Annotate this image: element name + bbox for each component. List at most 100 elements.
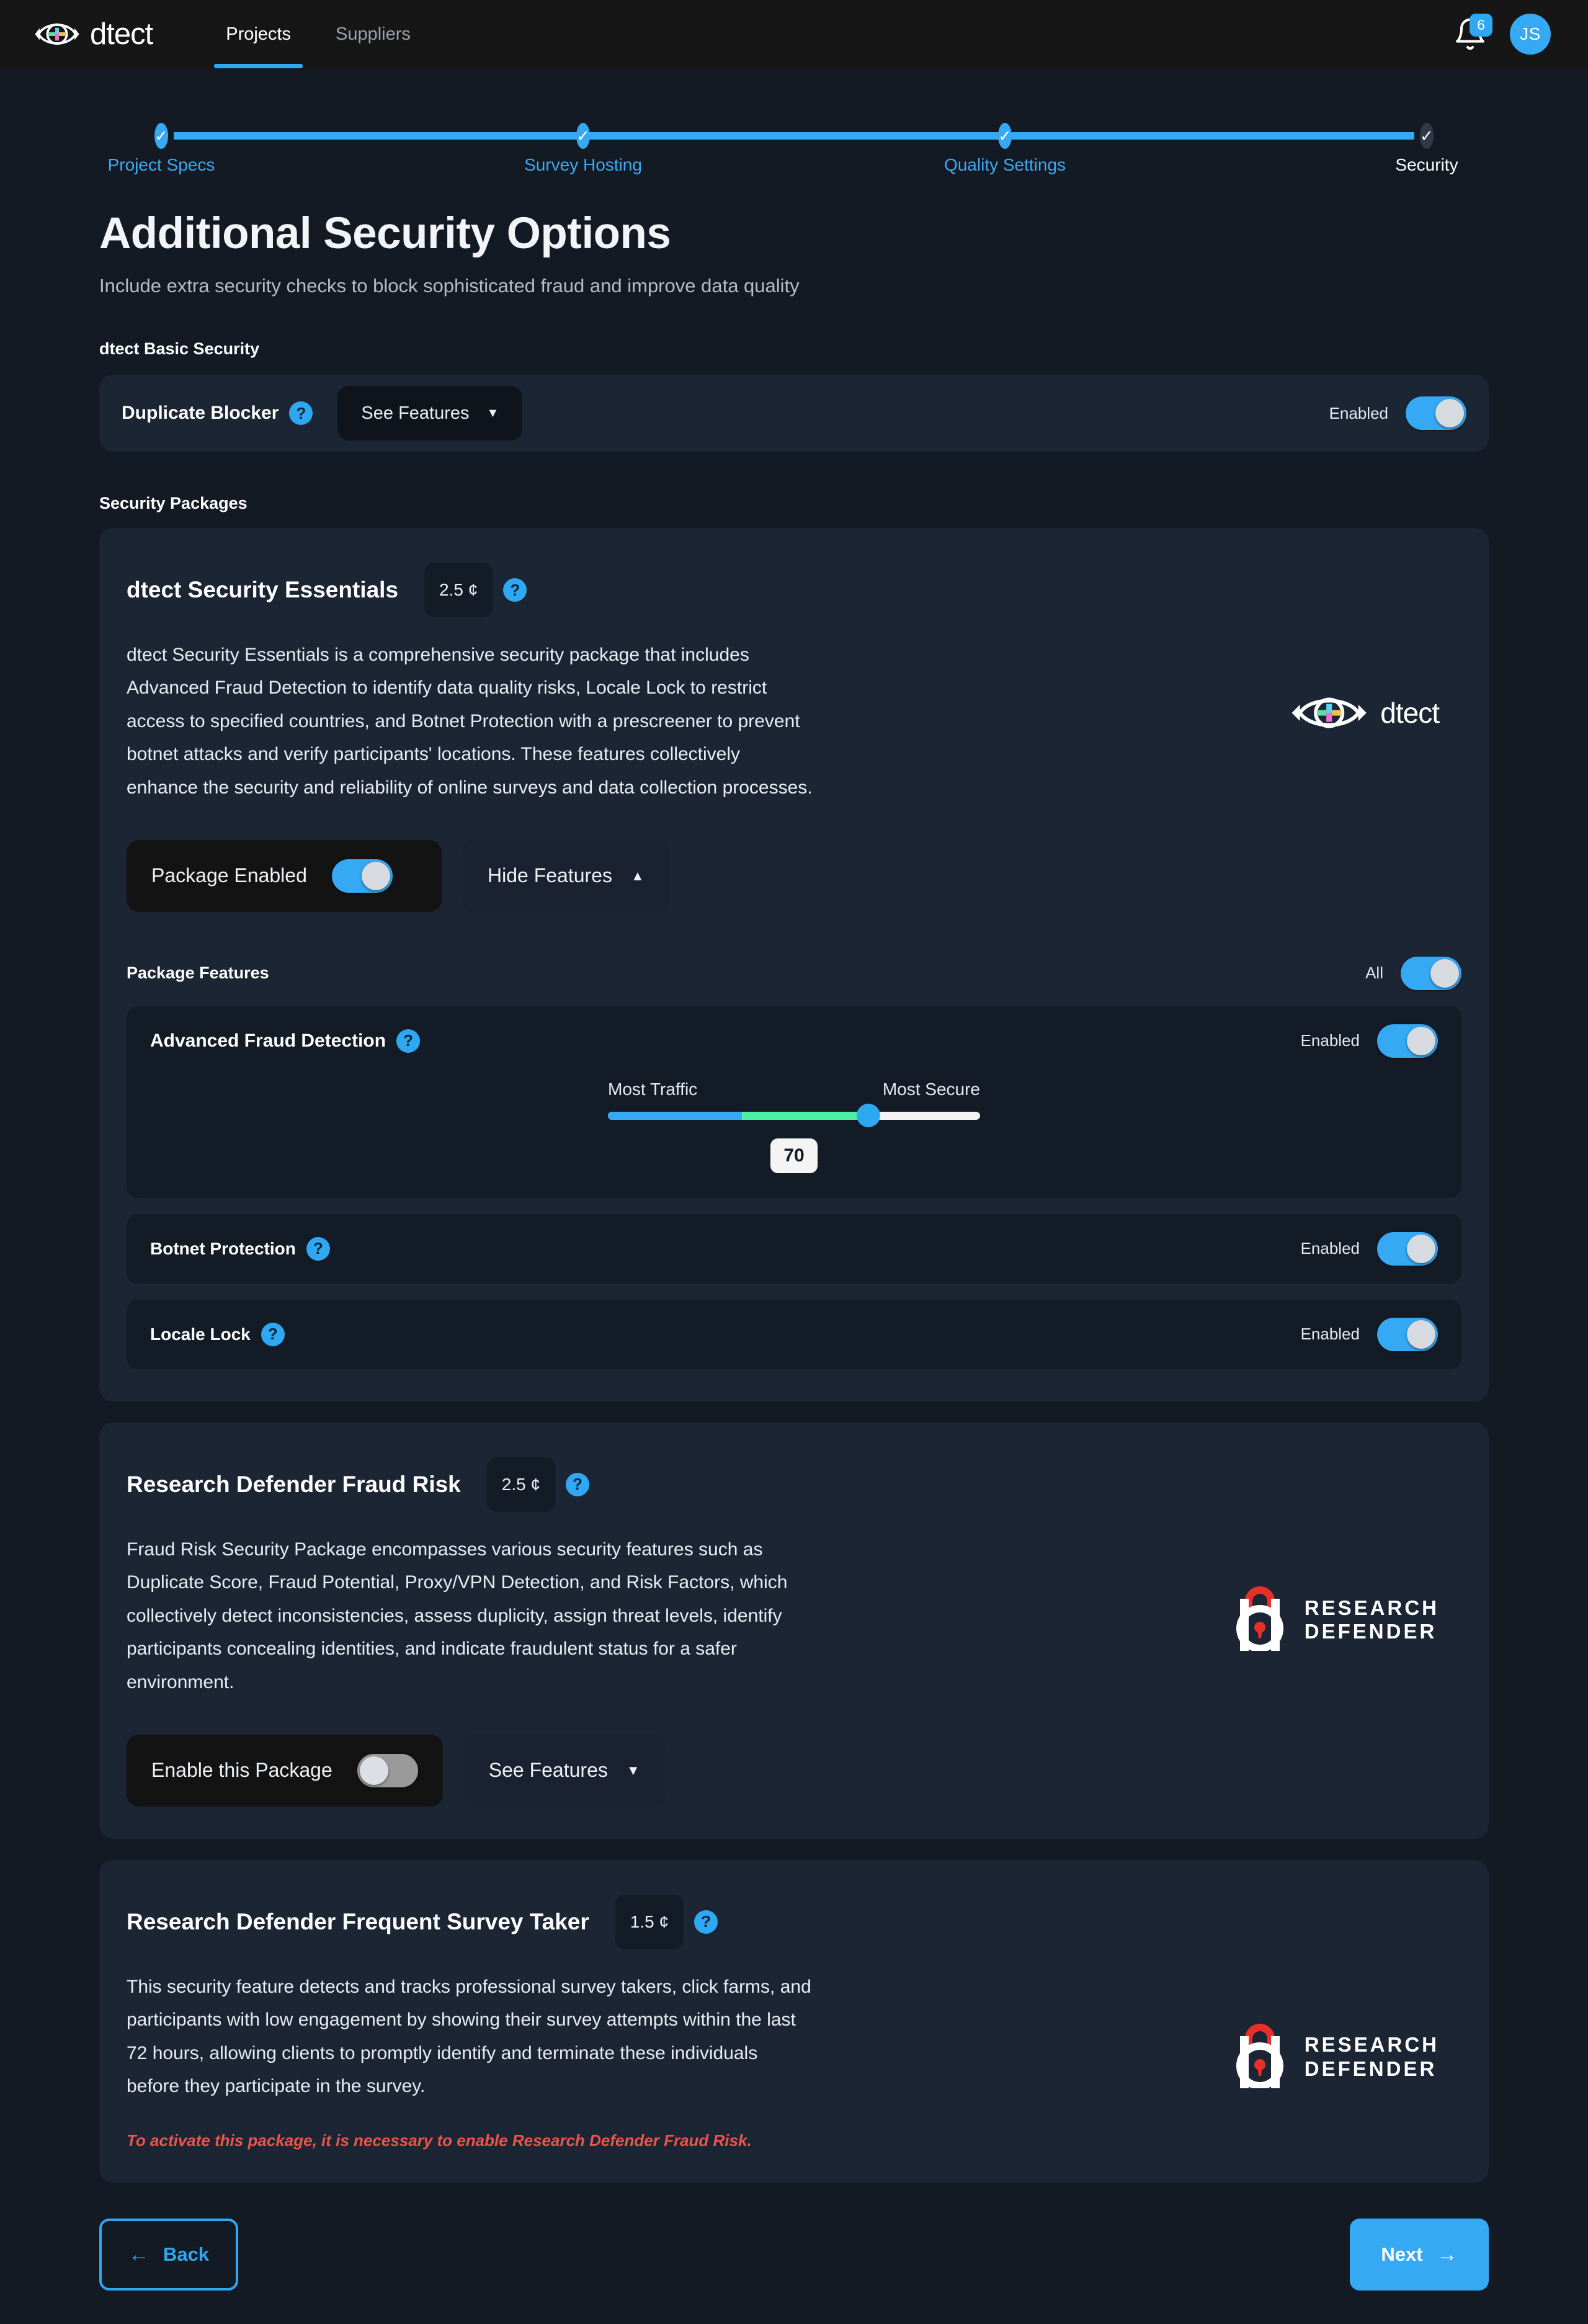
help-icon[interactable]: ? (261, 1322, 285, 1346)
user-avatar[interactable]: JS (1510, 14, 1551, 55)
toggle-knob (1407, 1026, 1435, 1055)
chevron-down-icon: ▼ (486, 406, 499, 420)
nav-tab-suppliers[interactable]: Suppliers (313, 0, 433, 68)
stepper-step-label[interactable]: Survey Hosting (524, 155, 642, 175)
feature-title: Locale Lock (150, 1324, 251, 1344)
package-enable-toggle-box[interactable]: Package Enabled (127, 839, 442, 912)
page-title: Additional Security Options (99, 209, 671, 258)
help-icon[interactable]: ? (694, 1910, 718, 1934)
toggle-state-label: Enabled (1300, 1325, 1360, 1344)
package-actions: Package Enabled Hide Features ▲ (127, 839, 1461, 912)
package-title: Research Defender Fraud Risk (127, 1471, 461, 1497)
slider-end-labels: Most Traffic Most Secure (608, 1079, 980, 1099)
package-header: Research Defender Frequent Survey Taker … (127, 1894, 1461, 1949)
toggle-knob (1407, 1320, 1435, 1349)
chevron-down-icon: ▼ (626, 1762, 640, 1778)
next-button-label: Next (1381, 2243, 1423, 2266)
rd-line-1: RESEARCH (1304, 1596, 1439, 1619)
toggle-knob (361, 861, 390, 890)
nav-tab-projects-label: Projects (226, 24, 291, 44)
feature-toggle-group: Enabled (1300, 1317, 1438, 1351)
package-logo: RESEARCH DEFENDER (1235, 1533, 1461, 1654)
slider-left-label: Most Traffic (608, 1079, 698, 1099)
help-icon[interactable]: ? (503, 578, 527, 602)
duplicate-blocker-toggle-group: Enabled (1329, 396, 1466, 430)
help-icon[interactable]: ? (289, 401, 313, 425)
package-enable-toggle-box[interactable]: Enable this Package (127, 1734, 443, 1807)
package-description: Fraud Risk Security Package encompasses … (127, 1539, 788, 1692)
package-description: This security feature detects and tracks… (127, 1976, 811, 2097)
nav-right-cluster: 6 JS (1453, 14, 1551, 55)
slider-track[interactable] (608, 1104, 980, 1128)
help-icon[interactable]: ? (306, 1236, 330, 1261)
package-see-features-button[interactable]: See Features ▼ (463, 1734, 665, 1807)
arrow-right-icon: → (1436, 2243, 1458, 2267)
all-features-toggle-group: All (1365, 956, 1461, 990)
feature-toggle-group: Enabled (1301, 1231, 1438, 1266)
package-hide-features-button[interactable]: Hide Features ▲ (463, 839, 669, 912)
feature-title: Advanced Fraud Detection (150, 1030, 386, 1051)
notification-count-badge: 6 (1470, 14, 1492, 37)
back-button-label: Back (163, 2243, 210, 2266)
stepper-step-label[interactable]: Quality Settings (944, 155, 1066, 175)
package-title: dtect Security Essentials (127, 577, 399, 602)
arrow-left-icon: ← (128, 2243, 149, 2267)
help-icon[interactable]: ? (566, 1472, 590, 1496)
botnet-protection-toggle[interactable] (1377, 1231, 1438, 1266)
package-features-header-row: Package Features All (127, 956, 1461, 990)
toggle-knob (1435, 399, 1464, 427)
back-button[interactable]: ← Back (99, 2219, 238, 2291)
research-defender-fraud-risk-toggle[interactable] (357, 1753, 418, 1787)
page-container: ✓ Project Specs ✓ Survey Hosting ✓ Quali… (0, 68, 1588, 2324)
all-features-toggle[interactable] (1401, 956, 1461, 990)
package-title: Research Defender Frequent Survey Taker (127, 1908, 589, 1934)
package-description: dtect Security Essentials is a comprehen… (127, 645, 813, 798)
stepper-step-label[interactable]: Project Specs (108, 155, 215, 175)
help-icon[interactable]: ? (396, 1029, 421, 1053)
package-body: dtect Security Essentials is a comprehen… (127, 638, 1461, 804)
research-defender-logo: RESEARCH DEFENDER (1235, 1586, 1439, 1654)
advanced-fraud-detection-toggle[interactable] (1377, 1024, 1438, 1058)
stepper-check-icon: ✓ (1420, 123, 1434, 149)
package-price-badge: 2.5 ¢ (424, 563, 493, 617)
stepper-check-icon: ✓ (998, 123, 1012, 149)
package-card-research-defender-frequent-survey-taker: Research Defender Frequent Survey Taker … (99, 1859, 1489, 2183)
package-header: dtect Security Essentials 2.5 ¢ ? (127, 563, 1461, 617)
next-button[interactable]: Next → (1350, 2219, 1489, 2291)
feature-botnet-protection: Botnet Protection ? Enabled (127, 1213, 1461, 1284)
package-card-dtect-security-essentials: dtect Security Essentials 2.5 ¢ ? dtect … (99, 528, 1489, 1401)
duplicate-blocker-toggle[interactable] (1406, 396, 1466, 430)
package-enable-label: Package Enabled (151, 864, 307, 887)
package-enabled-toggle[interactable] (331, 859, 393, 893)
stepper-step-label[interactable]: Security (1395, 155, 1458, 175)
hide-features-label: Hide Features (488, 864, 612, 887)
package-body: Fraud Risk Security Package encompasses … (127, 1533, 1461, 1699)
dtect-logo-word: dtect (1380, 697, 1440, 729)
fraud-detection-slider: Most Traffic Most Secure 70 (608, 1079, 980, 1173)
stepper-check-icon: ✓ (154, 123, 168, 149)
slider-thumb[interactable] (857, 1104, 880, 1128)
package-price-badge: 1.5 ¢ (615, 1894, 684, 1949)
package-enable-label: Enable this Package (151, 1759, 332, 1782)
toggle-state-label: Enabled (1300, 1031, 1360, 1050)
rd-line-2: DEFENDER (1304, 1620, 1437, 1643)
rd-line-2: DEFENDER (1304, 2057, 1437, 2081)
slider-fill-blue (608, 1111, 742, 1120)
nav-tab-projects[interactable]: Projects (203, 0, 313, 68)
slider-fill-green (742, 1111, 868, 1120)
slider-right-label: Most Secure (882, 1079, 980, 1099)
package-card-research-defender-fraud-risk: Research Defender Fraud Risk 2.5 ¢ ? Fra… (99, 1422, 1489, 1839)
notifications-button[interactable]: 6 (1453, 14, 1492, 51)
basic-security-section-label: dtect Basic Security (99, 339, 260, 358)
padlock-icon (1235, 1586, 1292, 1654)
duplicate-blocker-title: Duplicate Blocker (122, 403, 279, 423)
locale-lock-toggle[interactable] (1377, 1317, 1438, 1351)
all-features-label: All (1365, 963, 1383, 983)
see-features-label: See Features (361, 403, 470, 423)
feature-toggle-group: Enabled (1301, 1024, 1438, 1058)
package-logo: dtect (1289, 638, 1461, 734)
nav-tab-suppliers-label: Suppliers (336, 24, 411, 44)
chevron-up-icon: ▲ (630, 867, 645, 883)
duplicate-blocker-see-features-button[interactable]: See Features ▼ (337, 386, 523, 440)
brand-logo-link[interactable]: dtect (34, 17, 153, 51)
